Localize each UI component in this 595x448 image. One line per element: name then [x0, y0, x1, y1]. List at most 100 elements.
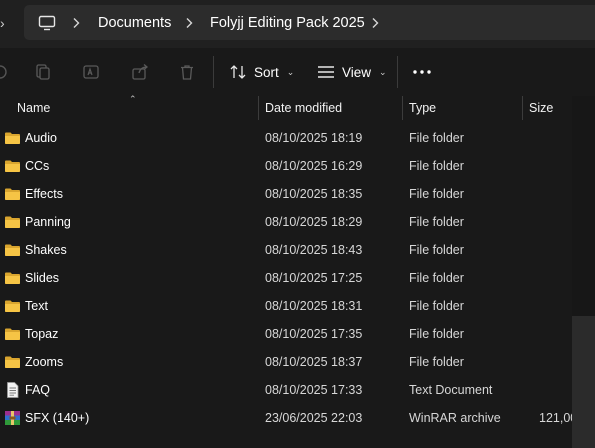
breadcrumb-documents[interactable]: Documents — [98, 5, 171, 40]
file-name: Text — [25, 299, 48, 313]
file-size — [539, 152, 572, 180]
file-name: FAQ — [25, 383, 51, 397]
delete-icon[interactable] — [176, 61, 198, 83]
file-type: File folder — [409, 299, 464, 313]
file-name: SFX (140+) — [25, 411, 90, 425]
file-row[interactable]: Panning 08/10/2025 18:29 File folder — [0, 208, 572, 236]
folder-icon — [4, 242, 21, 258]
toolbar-divider — [397, 56, 398, 88]
chevron-right-icon[interactable]: › — [0, 15, 5, 31]
chevron-down-icon: ⌄ — [286, 66, 295, 77]
file-size — [539, 264, 572, 292]
more-options-button[interactable] — [405, 58, 439, 86]
file-type: File folder — [409, 355, 464, 369]
file-type: File folder — [409, 159, 464, 173]
column-divider[interactable] — [402, 96, 403, 120]
file-size — [539, 236, 572, 264]
copy-icon[interactable] — [32, 61, 54, 83]
column-header-row: ⌃ Name Date modified Type Size — [0, 94, 595, 120]
address-bar[interactable]: Documents Folyjj Editing Pack 2025 — [24, 5, 595, 40]
file-date-modified: 08/10/2025 18:19 — [265, 131, 363, 145]
this-pc-icon[interactable] — [38, 5, 56, 40]
file-type: File folder — [409, 187, 464, 201]
breadcrumb-separator-icon[interactable] — [371, 5, 379, 40]
more-icon — [413, 70, 431, 74]
file-date-modified: 08/10/2025 18:29 — [265, 215, 363, 229]
file-size — [539, 180, 572, 208]
folder-icon — [4, 354, 21, 370]
column-header-type[interactable]: Type — [409, 96, 436, 120]
file-type: File folder — [409, 131, 464, 145]
folder-icon — [4, 158, 21, 174]
view-button[interactable]: View ⌄ — [317, 58, 387, 86]
file-date-modified: 08/10/2025 18:35 — [265, 187, 363, 201]
column-divider[interactable] — [258, 96, 259, 120]
file-row[interactable]: Shakes 08/10/2025 18:43 File folder — [0, 236, 572, 264]
file-name: Zooms — [25, 355, 64, 369]
file-size — [539, 208, 572, 236]
file-date-modified: 08/10/2025 18:31 — [265, 299, 363, 313]
file-type: File folder — [409, 243, 464, 257]
file-size: 121,00 — [539, 411, 572, 425]
breadcrumb-separator-icon[interactable] — [185, 5, 193, 40]
column-header-name[interactable]: Name — [17, 96, 50, 120]
column-header-date-modified[interactable]: Date modified — [265, 96, 342, 120]
file-row[interactable]: Effects 08/10/2025 18:35 File folder — [0, 180, 572, 208]
file-row[interactable]: Text 08/10/2025 18:31 File folder — [0, 292, 572, 320]
file-date-modified: 08/10/2025 17:35 — [265, 327, 363, 341]
folder-icon — [4, 298, 21, 314]
file-type: File folder — [409, 271, 464, 285]
file-type: File folder — [409, 215, 464, 229]
file-name: Effects — [25, 187, 63, 201]
command-bar: Sort ⌄ View ⌄ — [0, 48, 595, 96]
folder-icon — [4, 214, 21, 230]
file-date-modified: 23/06/2025 22:03 — [265, 411, 363, 425]
chevron-down-icon: ⌄ — [379, 66, 387, 77]
file-name: Slides — [25, 271, 60, 285]
file-row[interactable]: CCs 08/10/2025 16:29 File folder — [0, 152, 572, 180]
file-size — [539, 320, 572, 348]
share-icon[interactable] — [129, 61, 151, 83]
file-row[interactable]: Zooms 08/10/2025 18:37 File folder — [0, 348, 572, 376]
file-row[interactable]: Topaz 08/10/2025 17:35 File folder — [0, 320, 572, 348]
rename-icon[interactable] — [80, 61, 102, 83]
file-type: Text Document — [409, 383, 493, 397]
file-list: Audio 08/10/2025 18:19 File folder CCs 08/10… — [0, 124, 572, 432]
file-date-modified: 08/10/2025 17:25 — [265, 271, 363, 285]
file-name: CCs — [25, 159, 50, 173]
sort-icon — [230, 65, 246, 79]
file-row[interactable]: SFX (140+) 23/06/2025 22:03 WinRAR archive… — [0, 404, 572, 432]
folder-icon — [4, 186, 21, 202]
column-divider[interactable] — [522, 96, 523, 120]
sort-label: Sort — [254, 64, 279, 80]
file-row[interactable]: Slides 08/10/2025 17:25 File folder — [0, 264, 572, 292]
view-icon — [318, 66, 334, 78]
file-size — [539, 348, 572, 376]
breadcrumb-separator-icon[interactable] — [72, 5, 80, 40]
file-type: File folder — [409, 327, 464, 341]
toolbar-divider — [213, 56, 214, 88]
breadcrumb-current-folder[interactable]: Folyjj Editing Pack 2025 — [210, 5, 365, 40]
text-document-icon — [4, 382, 21, 398]
file-size — [539, 292, 572, 320]
file-row[interactable]: Audio 08/10/2025 18:19 File folder — [0, 124, 572, 152]
winrar-archive-icon — [4, 410, 21, 426]
sort-button[interactable]: Sort ⌄ — [229, 58, 294, 86]
folder-icon — [4, 326, 21, 342]
file-row[interactable]: FAQ 08/10/2025 17:33 Text Document — [0, 376, 572, 404]
file-date-modified: 08/10/2025 18:37 — [265, 355, 363, 369]
cut-icon[interactable] — [0, 61, 11, 83]
file-date-modified: 08/10/2025 16:29 — [265, 159, 363, 173]
address-bar-strip: › Documents Folyjj Editing Pack 2025 — [0, 0, 595, 48]
scrollbar-thumb[interactable] — [572, 316, 595, 448]
view-label: View — [342, 64, 372, 80]
column-header-size[interactable]: Size — [529, 96, 553, 120]
file-date-modified: 08/10/2025 17:33 — [265, 383, 363, 397]
file-name: Audio — [25, 131, 57, 145]
file-name: Shakes — [25, 243, 67, 257]
folder-icon — [4, 130, 21, 146]
file-name: Topaz — [25, 327, 59, 341]
file-name: Panning — [25, 215, 71, 229]
sort-ascending-icon: ⌃ — [129, 94, 137, 104]
folder-icon — [4, 270, 21, 286]
